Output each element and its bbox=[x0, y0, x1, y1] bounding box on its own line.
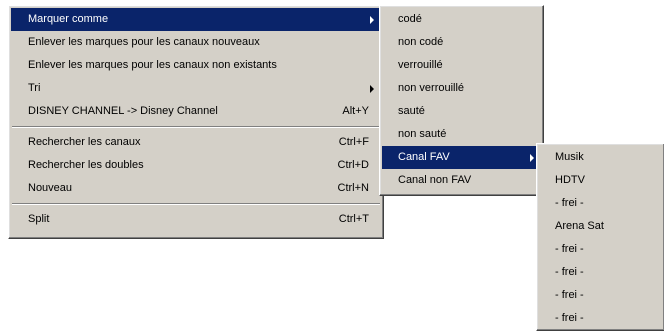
submenu-item-canal-fav[interactable]: Canal FAV bbox=[382, 146, 541, 169]
submenu-item-non-saute[interactable]: non sauté bbox=[382, 123, 541, 146]
menu-item-label: Tri bbox=[28, 82, 41, 94]
menu-item-nouveau[interactable]: Nouveau Ctrl+N bbox=[11, 177, 381, 200]
submenu-item-saute[interactable]: sauté bbox=[382, 100, 541, 123]
menu-item-tri[interactable]: Tri bbox=[11, 77, 381, 100]
menu-item-rechercher-doubles[interactable]: Rechercher les doubles Ctrl+D bbox=[11, 154, 381, 177]
menu-item-split[interactable]: Split Ctrl+T bbox=[11, 208, 381, 231]
menu-item-label: - frei - bbox=[555, 312, 584, 324]
menu-item-label: DISNEY CHANNEL -> Disney Channel bbox=[28, 105, 218, 117]
context-menu: Marquer comme Enlever les marques pour l… bbox=[8, 5, 384, 239]
menu-item-label: Arena Sat bbox=[555, 220, 604, 232]
fav-item-frei[interactable]: - frei - bbox=[539, 307, 662, 330]
menu-item-enlever-nouveaux[interactable]: Enlever les marques pour les canaux nouv… bbox=[11, 31, 381, 54]
submenu-arrow-icon bbox=[530, 154, 534, 162]
menu-item-label: Canal non FAV bbox=[398, 174, 472, 186]
menu-item-enlever-non-existants[interactable]: Enlever les marques pour les canaux non … bbox=[11, 54, 381, 77]
menu-item-label: verrouillé bbox=[398, 59, 443, 71]
canal-fav-submenu: Musik HDTV - frei - Arena Sat - frei - -… bbox=[536, 143, 664, 331]
fav-item-arena-sat[interactable]: Arena Sat bbox=[539, 215, 662, 238]
submenu-item-code[interactable]: codé bbox=[382, 8, 541, 31]
submenu-item-non-code[interactable]: non codé bbox=[382, 31, 541, 54]
menu-item-label: Musik bbox=[555, 151, 584, 163]
menu-item-marquer-comme[interactable]: Marquer comme bbox=[11, 8, 381, 31]
fav-item-hdtv[interactable]: HDTV bbox=[539, 169, 662, 192]
menu-item-label: - frei - bbox=[555, 197, 584, 209]
submenu-arrow-icon bbox=[370, 16, 374, 24]
submenu-item-verrouille[interactable]: verrouillé bbox=[382, 54, 541, 77]
menu-item-label: non sauté bbox=[398, 128, 447, 140]
menu-item-label: Rechercher les canaux bbox=[28, 136, 141, 148]
fav-item-frei[interactable]: - frei - bbox=[539, 238, 662, 261]
marquer-comme-submenu: codé non codé verrouillé non verrouillé … bbox=[379, 5, 544, 196]
menu-item-label: HDTV bbox=[555, 174, 585, 186]
fav-item-frei[interactable]: - frei - bbox=[539, 284, 662, 307]
menu-item-label: non codé bbox=[398, 36, 444, 48]
menu-item-label: Rechercher les doubles bbox=[28, 159, 144, 171]
menu-item-disney-rename[interactable]: DISNEY CHANNEL -> Disney Channel Alt+Y bbox=[11, 100, 381, 123]
menu-item-shortcut: Ctrl+D bbox=[337, 159, 369, 171]
menu-item-label: Split bbox=[28, 213, 50, 225]
submenu-arrow-icon bbox=[370, 85, 374, 93]
menu-item-label: sauté bbox=[398, 105, 425, 117]
submenu-item-canal-non-fav[interactable]: Canal non FAV bbox=[382, 169, 541, 192]
menu-item-label: - frei - bbox=[555, 266, 584, 278]
menu-separator bbox=[12, 126, 380, 128]
fav-item-frei[interactable]: - frei - bbox=[539, 261, 662, 284]
menu-item-label: non verrouillé bbox=[398, 82, 465, 94]
menu-item-label: codé bbox=[398, 13, 422, 25]
menu-item-shortcut: Ctrl+F bbox=[338, 136, 369, 148]
menu-item-shortcut: Ctrl+T bbox=[338, 213, 369, 225]
menu-item-rechercher-canaux[interactable]: Rechercher les canaux Ctrl+F bbox=[11, 131, 381, 154]
menu-item-shortcut: Alt+Y bbox=[342, 105, 369, 117]
menu-item-label: Marquer comme bbox=[28, 13, 109, 25]
menu-item-label: Canal FAV bbox=[398, 151, 450, 163]
fav-item-musik[interactable]: Musik bbox=[539, 146, 662, 169]
menu-item-shortcut: Ctrl+N bbox=[337, 182, 369, 194]
submenu-item-non-verrouille[interactable]: non verrouillé bbox=[382, 77, 541, 100]
menu-separator bbox=[12, 203, 380, 205]
fav-item-frei[interactable]: - frei - bbox=[539, 192, 662, 215]
menu-item-label: Nouveau bbox=[28, 182, 73, 194]
menu-item-label: Enlever les marques pour les canaux nouv… bbox=[28, 36, 260, 48]
menu-item-label: Enlever les marques pour les canaux non … bbox=[28, 59, 277, 71]
menu-item-label: - frei - bbox=[555, 289, 584, 301]
menu-item-label: - frei - bbox=[555, 243, 584, 255]
